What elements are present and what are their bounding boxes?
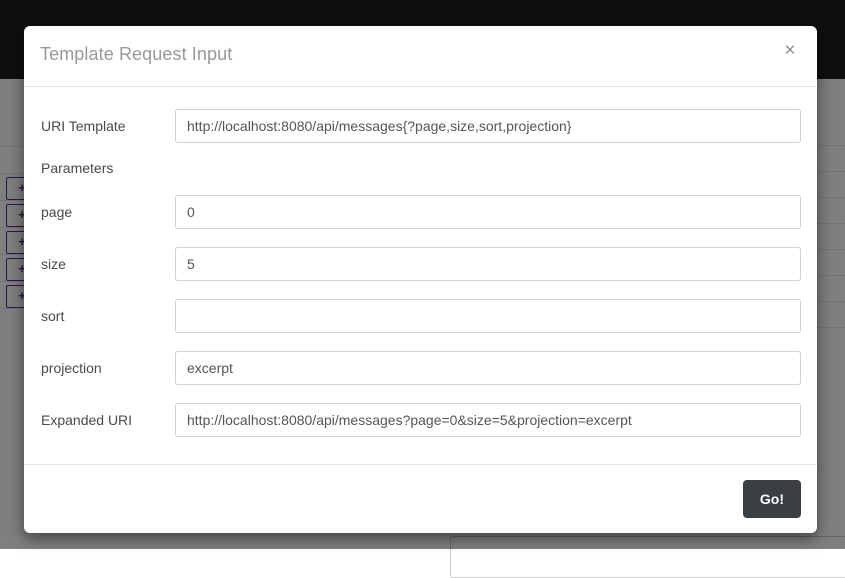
parameters-label: Parameters (41, 160, 114, 176)
expanded-uri-input[interactable] (175, 403, 801, 437)
parameter-input-page[interactable] (175, 195, 801, 229)
parameters-list: page size sort projection (40, 195, 801, 385)
uri-template-row: URI Template (40, 109, 801, 143)
parameter-label-sort: sort (41, 308, 65, 324)
parameter-input-size[interactable] (175, 247, 801, 281)
page-title: Template Request Input (40, 44, 233, 64)
modal-footer: Go! (24, 464, 817, 533)
parameter-row-size: size (40, 247, 801, 281)
template-request-input-dialog: Template Request Input × URI Template Pa… (24, 26, 817, 533)
parameter-input-sort[interactable] (175, 299, 801, 333)
go-button[interactable]: Go! (742, 480, 801, 518)
parameter-input-projection[interactable] (175, 351, 801, 385)
expanded-uri-label: Expanded URI (41, 412, 133, 428)
uri-template-label: URI Template (41, 118, 126, 134)
close-icon[interactable]: × (779, 40, 801, 62)
modal-body: URI Template Parameters page size sort p… (24, 87, 817, 464)
parameter-row-sort: sort (40, 299, 801, 333)
parameter-row-projection: projection (40, 351, 801, 385)
expanded-uri-row: Expanded URI (40, 403, 801, 437)
parameter-row-page: page (40, 195, 801, 229)
parameter-label-page: page (41, 204, 73, 220)
parameter-label-projection: projection (41, 360, 102, 376)
uri-template-input[interactable] (175, 109, 801, 143)
parameter-label-size: size (41, 256, 66, 272)
modal-header: Template Request Input × (24, 26, 817, 87)
